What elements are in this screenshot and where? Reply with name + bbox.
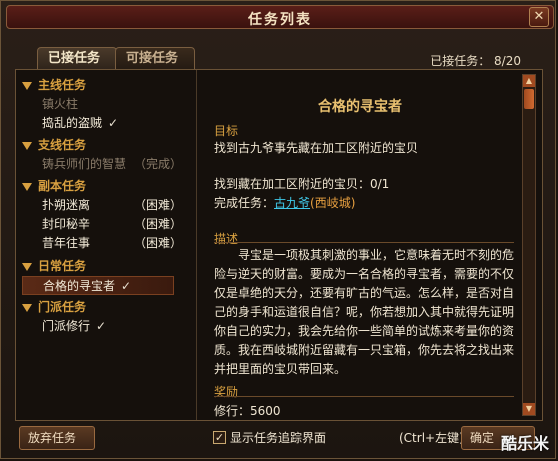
quest-item[interactable]: 扑朔迷离 （困难）: [22, 196, 194, 215]
track-quest-label: 显示任务追踪界面: [230, 431, 327, 445]
tab-available-quests[interactable]: 可接任务: [115, 47, 195, 70]
description-divider: [214, 242, 514, 243]
quest-item[interactable]: 捣乱的盗贼 ✓: [22, 114, 194, 133]
quest-label: 合格的寻宝者: [43, 279, 116, 293]
category-dungeon[interactable]: 副本任务: [22, 177, 194, 196]
scroll-up-arrow-icon[interactable]: ▲: [523, 75, 535, 87]
reward-divider: [214, 396, 514, 397]
goal-text: 找到古九爷事先藏在加工区附近的宝贝: [214, 141, 419, 155]
npc-location: (西岐城): [310, 196, 356, 210]
quest-label: 铸兵师们的智慧: [42, 157, 127, 171]
quest-label: 封印秘辛: [42, 217, 91, 231]
quest-label: 镇火柱: [42, 97, 79, 111]
complete-npc-line: 完成任务：古九爷(西岐城): [214, 194, 355, 211]
reward-text: 修行：5600: [214, 404, 281, 418]
category-label: 门派任务: [38, 300, 87, 314]
quest-label: 扑朔迷离: [42, 198, 91, 212]
quest-label: 门派修行: [42, 319, 91, 333]
collapse-triangle-icon: [22, 141, 32, 150]
quest-description: 寻宝是一项极其刺激的事业，它意味着无时不刻的危险与逆天的财富。要成为一名合格的寻…: [214, 248, 515, 376]
close-icon: ✕: [533, 9, 545, 24]
goal-progress: 找到藏在加工区附近的宝贝：0/1: [214, 177, 390, 191]
quest-difficulty: （困难）: [133, 217, 182, 231]
quest-item[interactable]: 封印秘辛 （困难）: [22, 215, 194, 234]
quest-label: 昔年往事: [42, 236, 91, 250]
window-title: 任务列表: [248, 12, 312, 28]
category-label: 支线任务: [38, 138, 87, 152]
quest-difficulty: （困难）: [133, 236, 182, 250]
quest-item[interactable]: 昔年往事 （困难）: [22, 234, 194, 253]
category-sect[interactable]: 门派任务: [22, 298, 194, 317]
quest-item[interactable]: 铸兵师们的智慧 （完成）: [22, 155, 194, 174]
category-label: 主线任务: [38, 78, 87, 92]
collapse-triangle-icon: [22, 81, 32, 90]
quest-title: 合格的寻宝者: [318, 99, 402, 115]
category-main[interactable]: 主线任务: [22, 76, 194, 95]
quest-item[interactable]: 镇火柱: [22, 95, 194, 114]
quest-label: 捣乱的盗贼: [42, 116, 103, 130]
accepted-quest-count: 已接任务： 8/20: [430, 54, 521, 68]
category-label: 副本任务: [38, 179, 87, 193]
collapse-triangle-icon: [22, 182, 32, 191]
shortcut-hint: (Ctrl+左键): [399, 431, 464, 445]
collapse-triangle-icon: [22, 262, 32, 271]
checkmark-icon: ✓: [121, 279, 132, 293]
scroll-down-arrow-icon[interactable]: ▼: [523, 403, 535, 415]
quest-status: （完成）: [133, 157, 182, 171]
goal-heading: 目标: [214, 124, 239, 138]
detail-scrollbar[interactable]: ▲ ▼: [522, 74, 536, 416]
scroll-thumb[interactable]: [524, 89, 534, 109]
checkmark-icon: ✓: [96, 319, 107, 333]
quest-list: 主线任务 镇火柱 捣乱的盗贼 ✓ 支线任务 铸兵师们的智慧 （完成） 副本任务 扑朔…: [16, 70, 197, 420]
title-bar: 任务列表 ✕: [6, 5, 554, 29]
close-button[interactable]: ✕: [529, 7, 549, 27]
quest-window: 任务列表 ✕ 已接任务 可接任务 已接任务： 8/20 主线任务 镇火柱 捣乱的…: [0, 0, 556, 459]
content-frame: 主线任务 镇火柱 捣乱的盗贼 ✓ 支线任务 铸兵师们的智慧 （完成） 副本任务 扑朔…: [15, 69, 543, 421]
category-label: 日常任务: [38, 259, 87, 273]
track-quest-checkbox[interactable]: ✓: [213, 431, 226, 444]
quest-detail: 合格的寻宝者 目标 找到古九爷事先藏在加工区附近的宝贝 找到藏在加工区附近的宝贝…: [200, 70, 520, 420]
collapse-triangle-icon: [22, 303, 32, 312]
complete-label: 完成任务：: [214, 196, 275, 210]
reward-heading: 奖励: [214, 385, 239, 399]
category-side[interactable]: 支线任务: [22, 136, 194, 155]
quest-item-selected[interactable]: 合格的寻宝者 ✓: [22, 276, 174, 295]
quest-item[interactable]: 门派修行 ✓: [22, 317, 194, 336]
category-daily[interactable]: 日常任务: [22, 257, 194, 276]
description-heading: 描述: [214, 232, 239, 246]
npc-link[interactable]: 古九爷: [274, 196, 310, 210]
checkmark-icon: ✓: [108, 116, 119, 130]
abandon-quest-button[interactable]: 放弃任务: [19, 426, 95, 450]
quest-difficulty: （困难）: [133, 198, 182, 212]
watermark-logo: 酷乐米: [500, 434, 549, 453]
tab-accepted-quests[interactable]: 已接任务: [37, 47, 117, 70]
